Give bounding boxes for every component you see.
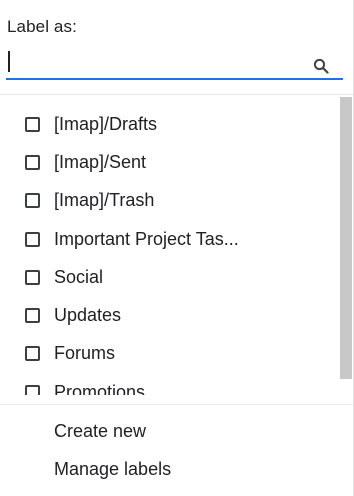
checkbox[interactable] [25,193,40,209]
search-icon[interactable] [313,58,329,74]
label-list-item[interactable]: Updates [0,296,340,334]
label-name: Promotions [54,381,146,395]
label-name: Forums [54,343,116,364]
checkbox[interactable] [25,384,40,395]
label-name: [Imap]/Drafts [54,113,158,134]
checkbox[interactable] [25,116,40,132]
create-new-label-button[interactable]: Create new [54,421,146,442]
manage-labels-button[interactable]: Manage labels [54,459,171,480]
label-search-field[interactable] [6,46,343,80]
label-list-item[interactable]: [Imap]/Trash [0,182,340,220]
label-list-item[interactable]: [Imap]/Drafts [0,105,340,143]
label-list-item[interactable]: [Imap]/Sent [0,143,340,181]
checkbox[interactable] [25,269,40,285]
checkbox[interactable] [25,308,40,324]
checkbox[interactable] [25,346,40,362]
label-search-input[interactable] [6,46,306,78]
label-list-item[interactable]: Promotions [0,373,340,395]
checkbox[interactable] [25,231,40,247]
label-list-item[interactable]: Social [0,258,340,296]
menu-heading: Label as: [7,17,77,36]
label-name: Social [54,266,104,287]
label-name: [Imap]/Trash [54,190,155,211]
label-list-item[interactable]: Important Project Tas... [0,220,340,258]
scrollbar-thumb[interactable] [340,97,352,379]
label-as-menu: Label as: [Imap]/Drafts [Imap]/Sent [Imap]… [0,0,354,496]
label-name: Important Project Tas... [54,228,239,249]
label-name: Updates [54,305,122,326]
label-list[interactable]: [Imap]/Drafts [Imap]/Sent [Imap]/Trash Impo… [0,95,354,395]
bottom-divider [0,404,354,405]
label-name: [Imap]/Sent [54,151,147,172]
checkbox[interactable] [25,154,40,170]
label-list-item[interactable]: Forums [0,335,340,373]
